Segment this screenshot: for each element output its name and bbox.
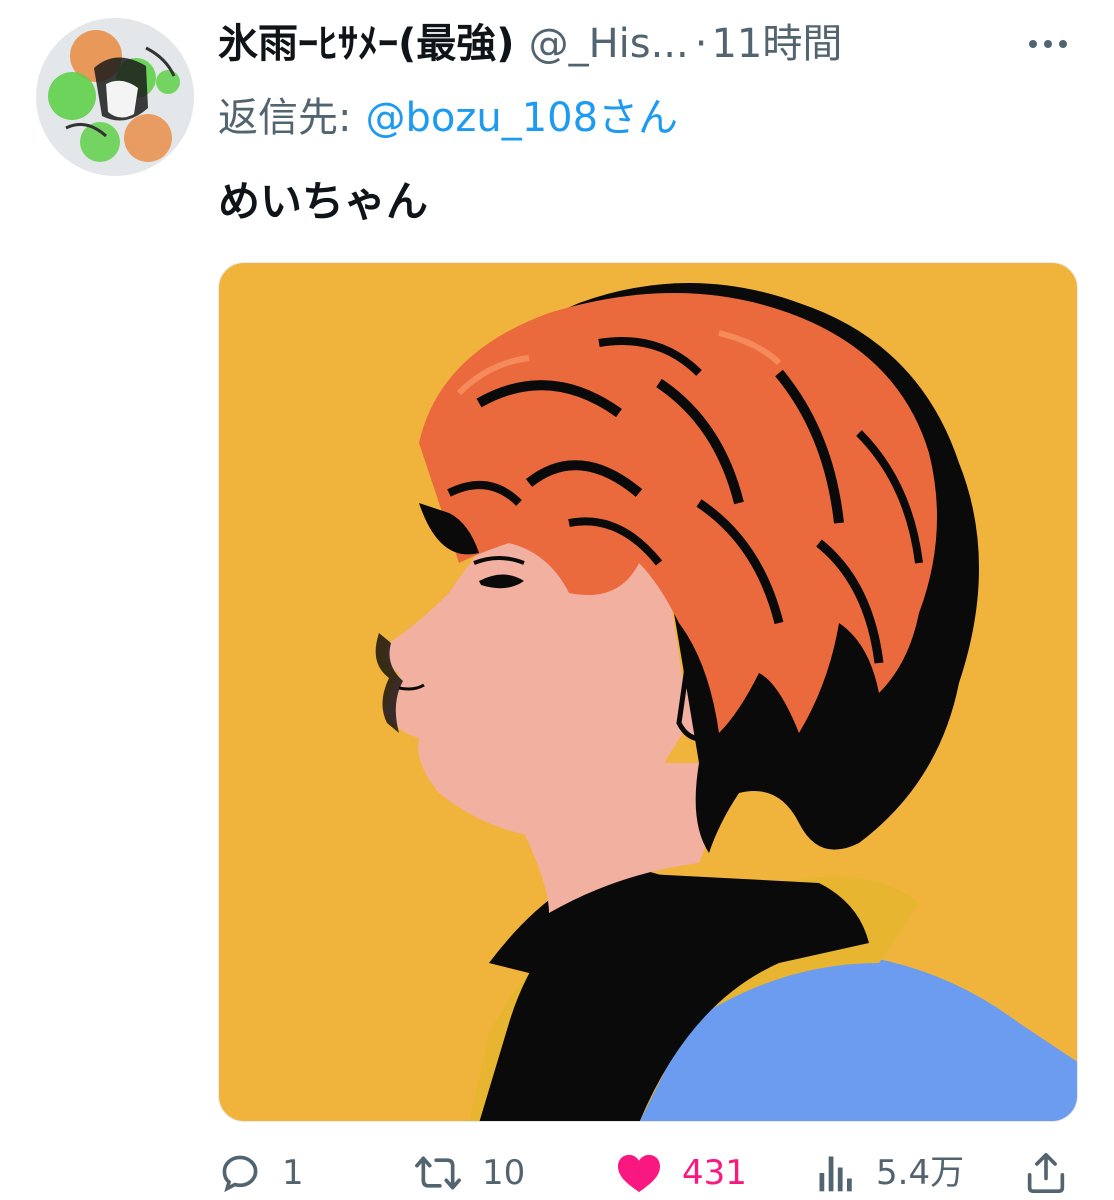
reply-icon: [222, 1155, 258, 1193]
like-button[interactable]: 431: [616, 1145, 747, 1200]
retweet-icon: [415, 1156, 461, 1190]
display-name[interactable]: 氷雨ｰﾋｻﾒｰ(最強): [218, 14, 515, 74]
retweet-count: 10: [482, 1153, 526, 1193]
tweet-header: 氷雨ｰﾋｻﾒｰ(最強) @_His... · 11時間: [218, 14, 1098, 74]
share-icon: [1027, 1153, 1065, 1193]
user-handle[interactable]: @_His...: [529, 14, 689, 74]
tweet-text: めいちゃん: [218, 177, 429, 226]
like-count: 431: [682, 1153, 747, 1193]
retweet-button[interactable]: 10: [414, 1145, 525, 1200]
share-button[interactable]: [1026, 1145, 1066, 1200]
avatar[interactable]: [36, 18, 194, 176]
illustration-image: [219, 263, 1077, 1121]
avatar-image: [36, 18, 194, 176]
reply-prefix: 返信先:: [218, 95, 352, 141]
reply-target-link[interactable]: @bozu_108さん: [365, 95, 678, 141]
views-count: 5.4万: [876, 1153, 965, 1193]
tweet-actions: 1 10 431 5.4万: [218, 1145, 1088, 1200]
separator-dot: ·: [694, 21, 708, 67]
reply-count: 1: [282, 1153, 304, 1193]
tweet-media[interactable]: [218, 262, 1078, 1122]
tweet: 氷雨ｰﾋｻﾒｰ(最強) @_His... · 11時間 返信先: @bozu_10…: [0, 0, 1114, 1200]
heart-icon: [618, 1154, 660, 1193]
more-button[interactable]: [1018, 22, 1078, 66]
more-horizontal-icon: [1029, 40, 1067, 48]
views-button[interactable]: 5.4万: [816, 1145, 964, 1200]
views-icon: [819, 1156, 852, 1192]
timestamp[interactable]: 11時間: [711, 14, 842, 74]
reply-button[interactable]: 1: [218, 1145, 304, 1200]
reply-context: 返信先: @bozu_108さん: [218, 90, 678, 146]
